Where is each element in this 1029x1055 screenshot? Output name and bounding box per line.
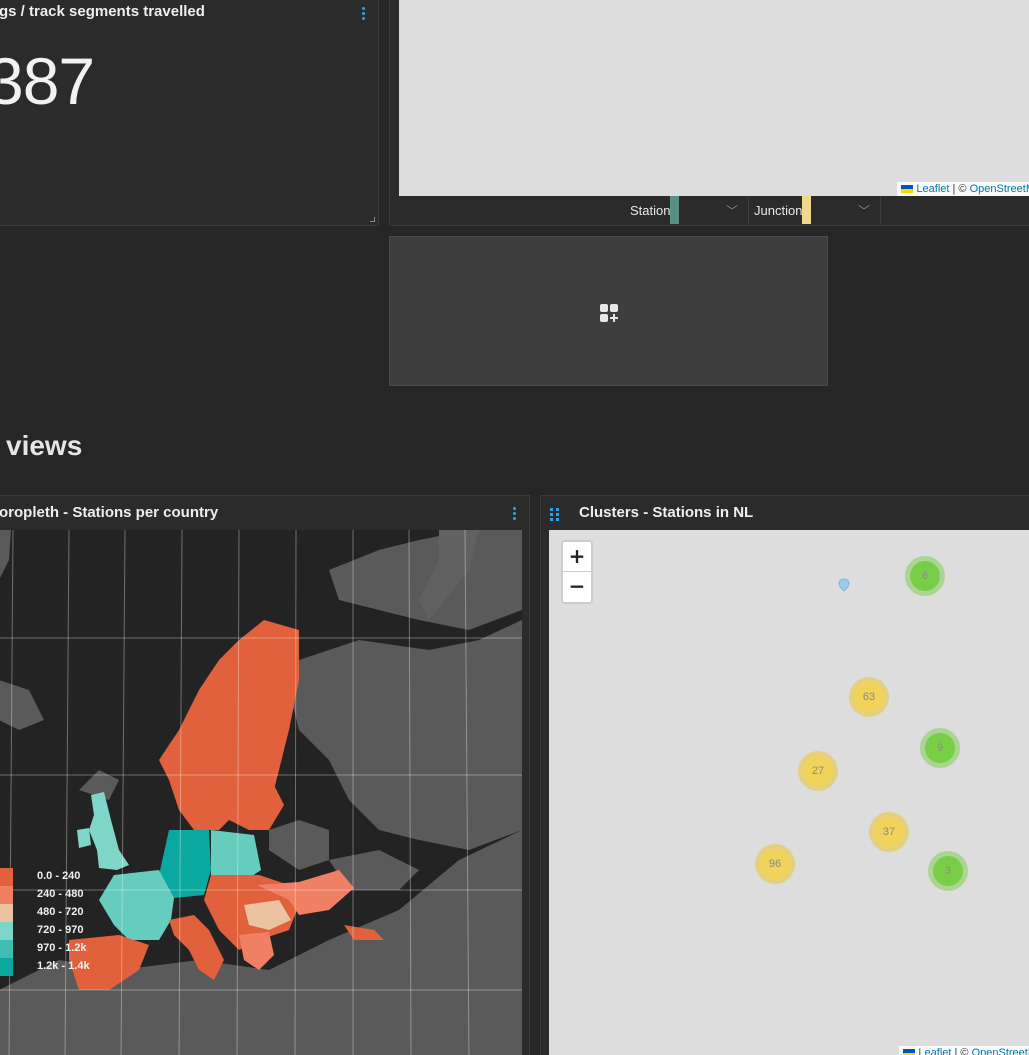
- cluster-marker[interactable]: 6: [905, 556, 945, 596]
- osm-link[interactable]: OpenStreetM: [972, 1047, 1029, 1055]
- ukraine-flag-icon: [901, 185, 914, 194]
- kpi-title: gs / track segments travelled: [0, 3, 205, 20]
- legend-divider: [748, 197, 749, 224]
- add-widget-icon: [600, 304, 618, 322]
- chevron-down-icon: ﹀: [858, 204, 871, 218]
- legend-station[interactable]: Station ﹀: [630, 196, 738, 224]
- legend-junction[interactable]: Junction ﹀: [754, 196, 870, 224]
- clusters-map[interactable]: + − 6 63 9 27 37 96 3 Leaflet | © OpenSt…: [549, 530, 1029, 1055]
- water-marker-icon: [838, 578, 850, 592]
- resize-grip-icon[interactable]: [370, 217, 375, 222]
- kpi-value: 387: [0, 44, 95, 118]
- legend-label: 240 - 480: [37, 888, 84, 900]
- legend-label: 0.0 - 240: [37, 870, 81, 882]
- cluster-marker[interactable]: 63: [849, 677, 889, 717]
- cluster-count: 63: [854, 682, 884, 712]
- attribution-separator: | ©: [949, 183, 970, 195]
- legend-label: 970 - 1.2k: [37, 942, 87, 954]
- leaflet-link[interactable]: Leaflet: [916, 183, 949, 195]
- choropleth-map[interactable]: 0.0 - 240 240 - 480 480 - 720 720 - 970 …: [0, 530, 522, 1055]
- choropleth-title: oropleth - Stations per country: [0, 504, 219, 521]
- top-map[interactable]: Leaflet | © OpenStreetM: [399, 0, 1029, 196]
- kpi-panel: gs / track segments travelled 387: [0, 0, 379, 226]
- legend-label: 480 - 720: [37, 906, 84, 918]
- cluster-count: 3: [933, 856, 963, 886]
- cluster-marker[interactable]: 3: [928, 851, 968, 891]
- attribution-separator: | ©: [951, 1047, 972, 1055]
- top-map-panel: Leaflet | © OpenStreetM Station ﹀ Juncti…: [389, 0, 1029, 226]
- zoom-out-button[interactable]: −: [563, 572, 591, 602]
- map-attribution: Leaflet | © OpenStreetM: [899, 1046, 1029, 1055]
- cluster-marker[interactable]: 96: [755, 844, 795, 884]
- europe-map: [0, 530, 522, 1055]
- choropleth-menu-icon[interactable]: [513, 507, 517, 522]
- clusters-title: Clusters - Stations in NL: [579, 504, 754, 521]
- legend-junction-label: Junction: [754, 202, 803, 218]
- zoom-control: + −: [561, 540, 593, 604]
- clusters-panel: Clusters - Stations in NL + − 6 63 9 27 …: [540, 495, 1029, 1055]
- legend-label: 1.2k - 1.4k: [37, 960, 90, 972]
- legend-divider: [880, 197, 881, 224]
- map-attribution: Leaflet | © OpenStreetM: [897, 182, 1029, 196]
- cluster-count: 6: [910, 561, 940, 591]
- choropleth-panel: oropleth - Stations per country 0.0 - 24…: [0, 495, 530, 1055]
- cluster-count: 96: [760, 849, 790, 879]
- cluster-marker[interactable]: 37: [869, 812, 909, 852]
- legend-station-label: Station: [630, 202, 671, 218]
- add-widget-button[interactable]: [389, 236, 828, 386]
- cluster-count: 37: [874, 817, 904, 847]
- osm-link[interactable]: OpenStreetM: [970, 183, 1029, 195]
- ukraine-flag-icon: [903, 1049, 916, 1055]
- chevron-down-icon: ﹀: [726, 204, 739, 218]
- leaflet-link[interactable]: Leaflet: [918, 1047, 951, 1055]
- cluster-count: 27: [803, 756, 833, 786]
- cluster-marker[interactable]: 27: [798, 751, 838, 791]
- section-heading: views: [6, 430, 83, 461]
- legend-junction-swatch: [802, 196, 812, 224]
- kpi-menu-icon[interactable]: [362, 7, 366, 22]
- cluster-marker[interactable]: 9: [920, 728, 960, 768]
- cluster-count: 9: [925, 733, 955, 763]
- legend-station-swatch: [670, 196, 680, 224]
- drag-handle-icon[interactable]: [550, 508, 560, 522]
- zoom-in-button[interactable]: +: [563, 542, 591, 572]
- legend-label: 720 - 970: [37, 924, 84, 936]
